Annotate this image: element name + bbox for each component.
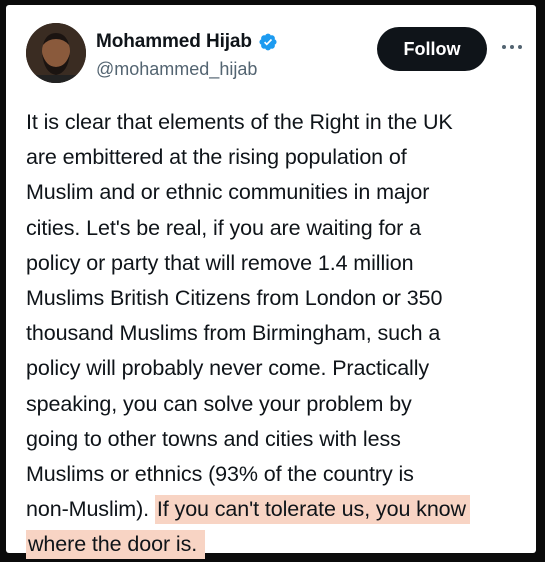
author-display-name[interactable]: Mohammed Hijab (96, 31, 252, 53)
tweet-text-line: are embittered at the rising population … (26, 145, 407, 170)
more-options-icon[interactable] (497, 35, 527, 59)
tweet-text-line-mixed: non-Muslim). If you can't tolerate us, y… (26, 492, 531, 527)
tweet-text-line: thousand Muslims from Birmingham, such a (26, 321, 441, 346)
author-name-row: Mohammed Hijab (96, 31, 278, 53)
tweet-text-line: policy will probably never come. Practic… (26, 356, 430, 381)
author-handle[interactable]: @mohammed_hijab (96, 59, 257, 80)
follow-button[interactable]: Follow (377, 27, 487, 71)
tweet-text-line: cities. Let's be real, if you are waitin… (26, 215, 421, 240)
highlighted-text: If you can't tolerate us, you know (154, 495, 470, 525)
tweet-text-line: going to other towns and cities with les… (26, 426, 401, 451)
avatar[interactable] (26, 23, 86, 83)
tweet-text-plain: non-Muslim). (26, 497, 155, 522)
tweet-text-line: Muslims or ethnics (93% of the country i… (26, 461, 414, 486)
avatar-photo (26, 23, 86, 83)
tweet-body-text: It is clear that elements of the Right i… (26, 105, 531, 562)
screenshot-frame: Mohammed Hijab @mohammed_hijab Follow It… (0, 0, 545, 561)
highlighted-text: where the door is. (26, 530, 206, 560)
tweet-text-line: policy or party that will remove 1.4 mil… (26, 250, 414, 275)
tweet-text-line: Muslims British Citizens from London or … (26, 285, 443, 310)
tweet-text-line: Muslim and or ethnic communities in majo… (26, 180, 430, 205)
tweet-card: Mohammed Hijab @mohammed_hijab Follow It… (6, 5, 536, 560)
tweet-text-line-highlighted: where the door is. (26, 527, 531, 562)
tweet-text-line: It is clear that elements of the Right i… (26, 110, 453, 134)
tweet-text-line: speaking, you can solve your problem by (26, 391, 412, 416)
verified-badge-icon (258, 32, 278, 52)
